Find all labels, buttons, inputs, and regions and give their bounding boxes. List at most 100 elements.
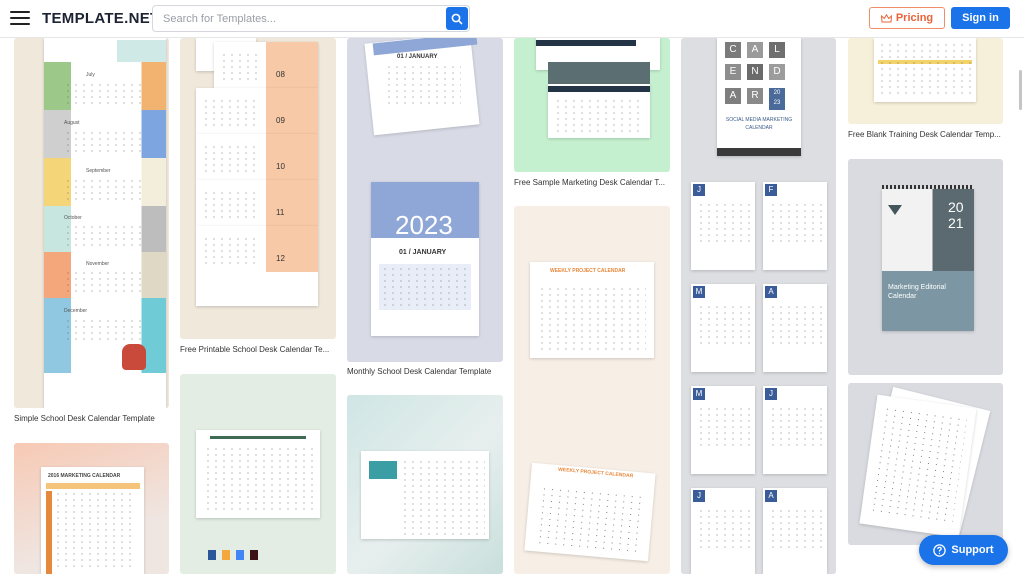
search-input[interactable] (163, 11, 443, 27)
calendar-grid (64, 224, 144, 248)
calendar-grid (769, 406, 823, 450)
calendar-grid (535, 485, 645, 555)
template-card-social-media[interactable]: C A L E N D A R 20 23 SOCIAL MEDIA MARKE… (681, 38, 836, 574)
pdf-icon (250, 550, 258, 560)
calendar-grid (538, 286, 646, 350)
letter-tile: A (747, 42, 763, 58)
year-tile: 20 23 (769, 88, 785, 110)
calendar-heading: 01 / JANUARY (397, 54, 438, 60)
calendar-title: WEEKLY PROJECT CALENDAR (550, 268, 626, 274)
template-card-printable-school[interactable]: 08 09 10 11 12 (180, 38, 336, 339)
calendar-grid (554, 98, 644, 134)
calendar-title-block (369, 461, 397, 479)
calendar-grid (202, 144, 258, 174)
month-tab (266, 226, 318, 272)
template-card-desk-calendar-teal[interactable] (347, 395, 503, 574)
letter-tile: C (725, 42, 741, 58)
calendar-grid (697, 508, 751, 552)
word-icon (208, 550, 216, 560)
month-tab (266, 180, 318, 226)
calendar-year-bottom: 21 (948, 215, 964, 231)
template-caption[interactable]: Free Sample Marketing Desk Calendar T... (514, 178, 670, 187)
month-letter: M (693, 388, 705, 400)
calendar-grid (697, 406, 751, 450)
calendar-grid (202, 190, 258, 220)
calendar-header-row (548, 86, 650, 92)
template-card-weekly-project[interactable]: WEEKLY PROJECT CALENDAR WEEKLY PROJECT C… (514, 206, 670, 574)
template-card-marketing-editorial[interactable]: 20 21 Marketing Editorial Calendar (848, 159, 1003, 375)
calendar-grid (697, 202, 751, 246)
calendar-grid (64, 178, 144, 202)
letter-tile: E (725, 64, 741, 80)
month-letter: A (765, 286, 777, 298)
calendar-grid (202, 236, 258, 266)
pricing-button[interactable]: Pricing (869, 7, 945, 29)
template-card-monthly-appointment[interactable] (180, 374, 336, 574)
template-card-blank-training[interactable] (848, 38, 1003, 124)
search-icon (451, 13, 463, 25)
calendar-row (46, 483, 140, 489)
letter-tile: L (769, 42, 785, 58)
hamburger-menu-icon[interactable] (10, 11, 30, 27)
month-label: November (86, 261, 110, 267)
month-label: October (64, 215, 82, 221)
calendar-grid (64, 130, 144, 154)
calendar-header-row (536, 40, 636, 46)
calendar-grid (697, 304, 751, 348)
calendar-grid (878, 42, 972, 98)
calendar-grid (64, 318, 144, 342)
month-tab (266, 88, 318, 134)
file-format-icons (208, 550, 262, 560)
template-caption[interactable]: Free Blank Training Desk Calendar Temp..… (848, 130, 1003, 139)
month-label: December (64, 308, 88, 314)
month-label: July (86, 72, 95, 78)
month-letter: A (765, 490, 777, 502)
pricing-label: Pricing (895, 12, 934, 24)
month-number: 11 (276, 208, 285, 217)
template-card-marketing-2016[interactable]: 2016 MARKETING CALENDAR (14, 443, 169, 574)
calendar-grid (868, 405, 968, 527)
support-label: Support (951, 544, 994, 556)
calendar-grid (381, 266, 469, 308)
search-box (152, 5, 470, 32)
calendar-grid (64, 270, 144, 294)
letter-tile: N (747, 64, 763, 80)
letter-tile: A (725, 88, 741, 104)
calendar-grid (54, 491, 134, 571)
support-button[interactable]: Support (919, 535, 1008, 565)
calendar-grid (202, 98, 258, 128)
month-tab (266, 134, 318, 180)
calendar-title: SOCIAL MEDIA MARKETING CALENDAR (725, 117, 793, 131)
template-card-yearly-pages[interactable] (848, 383, 1003, 545)
photo-strip (548, 62, 650, 84)
calendar-grid (401, 459, 485, 535)
template-card-simple-school[interactable]: July August September October November D… (14, 38, 169, 408)
docs-icon (236, 550, 244, 560)
month-label: September (86, 168, 111, 174)
calendar-grid (64, 82, 144, 106)
pages-icon (222, 550, 230, 560)
letter-tile: D (769, 64, 785, 80)
template-caption[interactable]: Simple School Desk Calendar Template (14, 414, 169, 423)
month-band (44, 40, 166, 62)
sign-in-button[interactable]: Sign in (951, 7, 1010, 29)
search-button[interactable] (446, 7, 468, 30)
template-caption[interactable]: Free Printable School Desk Calendar Te..… (180, 345, 336, 354)
calendar-side-strip (46, 491, 52, 574)
calendar-stand (717, 148, 801, 156)
template-caption[interactable]: Monthly School Desk Calendar Template (347, 367, 503, 376)
calendar-year-top: 20 (948, 199, 964, 215)
site-logo[interactable]: TEMPLATE.NET (42, 10, 159, 27)
year-top: 20 (773, 90, 781, 96)
calendar-year: 2023 (395, 210, 453, 240)
calendar-grid (769, 304, 823, 348)
template-card-monthly-school[interactable]: 01 / JANUARY 2023 01 / JANUARY (347, 38, 503, 362)
calendar-title: 2016 MARKETING CALENDAR (48, 473, 121, 479)
month-number: 10 (276, 162, 285, 171)
backpack-illustration (122, 344, 146, 370)
template-card-sample-marketing[interactable] (514, 38, 670, 172)
crown-icon (880, 13, 892, 22)
month-number: 08 (276, 70, 285, 79)
page-scrollbar[interactable] (1019, 70, 1022, 110)
top-navigation-bar: TEMPLATE.NET Pricing Sign in (0, 0, 1024, 38)
